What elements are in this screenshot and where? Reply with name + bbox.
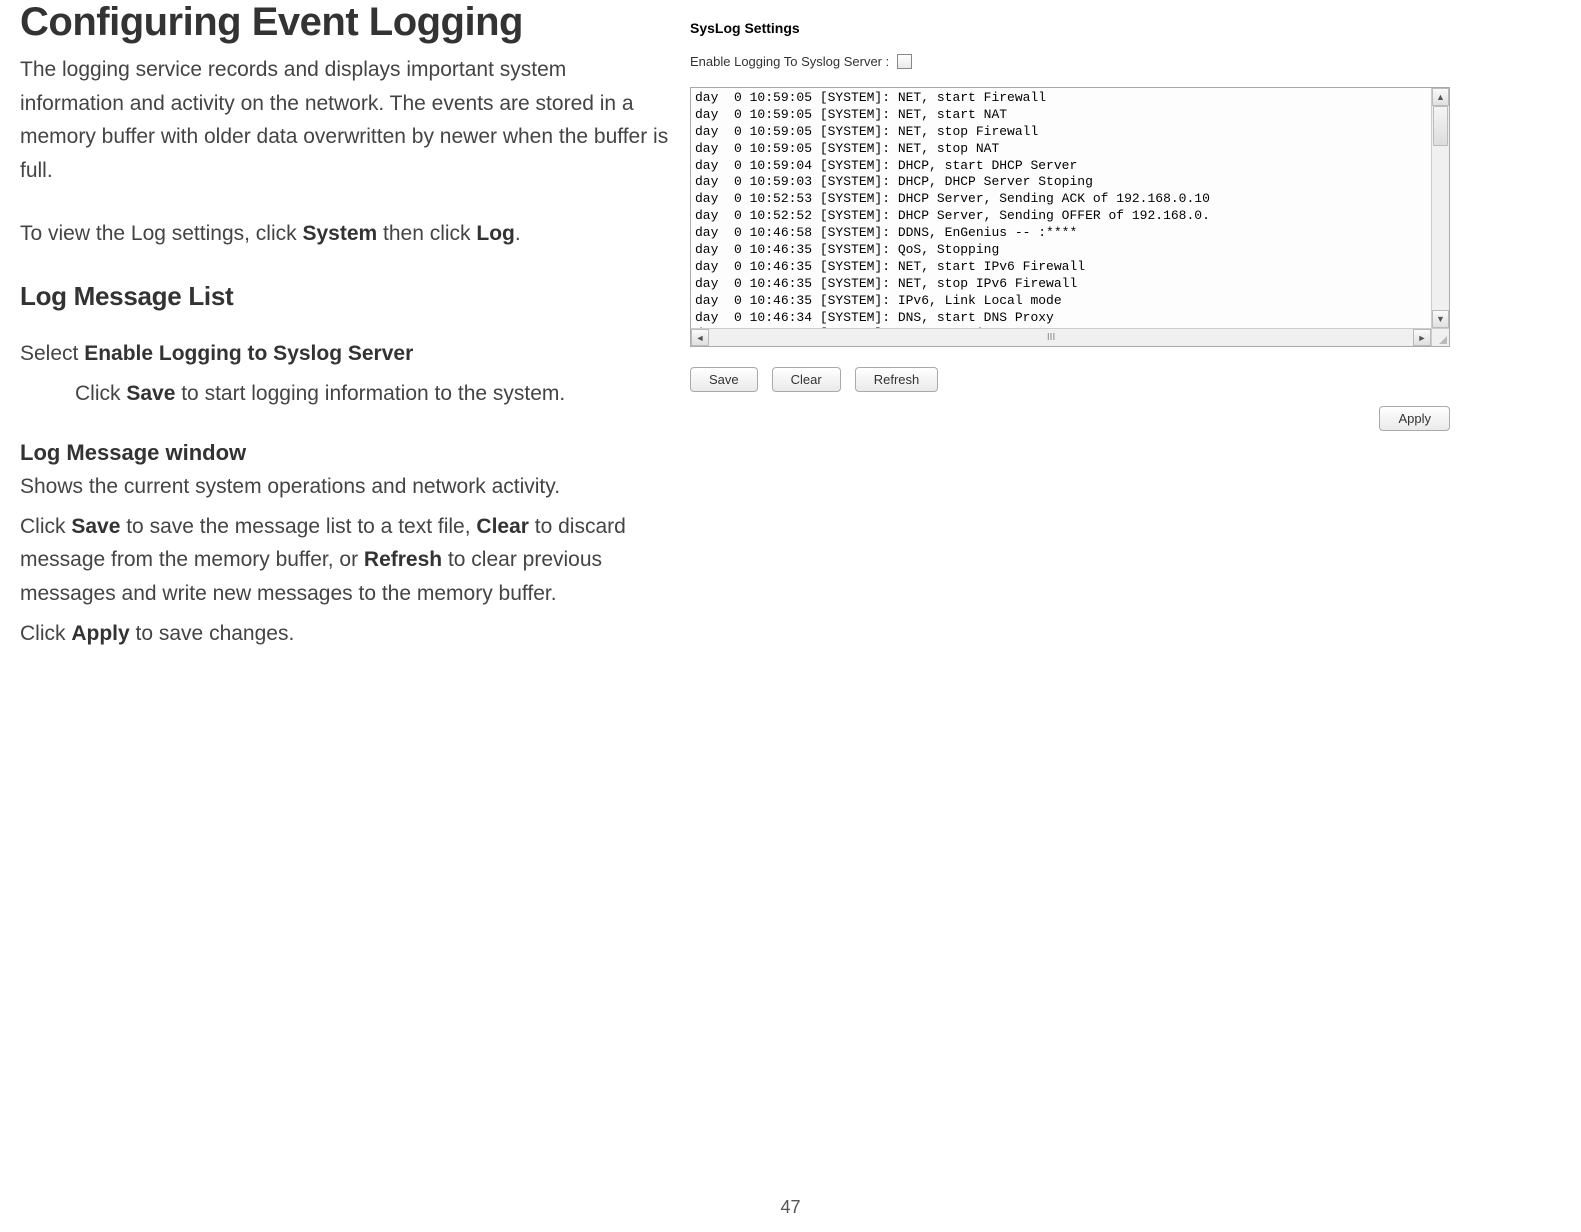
win-p1a: Click [20,515,71,538]
window-actions: Click Save to save the message list to a… [20,510,670,611]
log-line: day 0 10:46:35 [SYSTEM]: IPv6, Link Loca… [695,293,1445,310]
apply-instruction: Click Apply to save changes. [20,617,670,651]
log-line: day 0 10:46:35 [SYSTEM]: NET, start IPv6… [695,259,1445,276]
log-line: day 0 10:59:05 [SYSTEM]: NET, start Fire… [695,90,1445,107]
click-prefix: Click [75,382,126,405]
refresh-button[interactable]: Refresh [855,367,939,392]
log-line: day 0 10:59:03 [SYSTEM]: DHCP, DHCP Serv… [695,174,1445,191]
syslog-settings-panel: SysLog Settings Enable Logging To Syslog… [690,20,1561,431]
log-message-box: day 0 10:59:05 [SYSTEM]: NET, start Fire… [690,87,1450,347]
log-line: day 0 10:46:58 [SYSTEM]: DDNS, EnGenius … [695,225,1445,242]
apply-rest: to save changes. [130,622,295,645]
nav-log-bold: Log [476,222,514,245]
window-desc: Shows the current system operations and … [20,470,670,504]
save-bold: Save [126,382,175,405]
log-line: day 0 10:52:52 [SYSTEM]: DHCP Server, Se… [695,208,1445,225]
resize-grip-icon [1431,328,1449,346]
horizontal-track[interactable]: III [709,329,1413,346]
log-content: day 0 10:59:05 [SYSTEM]: NET, start Fire… [691,88,1449,328]
win-refresh-bold: Refresh [364,548,442,571]
vertical-scrollbar[interactable]: ▲ ▼ [1431,88,1449,328]
panel-title: SysLog Settings [690,20,1561,36]
win-p1b: to save the message list to a text file, [120,515,476,538]
intro-text: The logging service records and displays… [20,53,670,187]
nav-instruction: To view the Log settings, click System t… [20,217,670,251]
scroll-down-icon[interactable]: ▼ [1432,310,1449,328]
nav-then: then click [377,222,476,245]
win-clear-bold: Clear [476,515,529,538]
enable-label: Enable Logging To Syslog Server : [690,54,889,69]
page-number: 47 [780,1197,800,1218]
save-button[interactable]: Save [690,367,758,392]
apply-button[interactable]: Apply [1379,406,1450,431]
page-title: Configuring Event Logging [20,0,670,45]
log-line: day 0 10:46:34 [SYSTEM]: DNS, start DNS … [695,310,1445,327]
save-instruction: Click Save to start logging information … [20,377,670,411]
vertical-scroll-thumb[interactable] [1433,106,1448,146]
log-line: day 0 10:52:53 [SYSTEM]: DHCP Server, Se… [695,191,1445,208]
log-line: day 0 10:59:04 [SYSTEM]: DHCP, start DHC… [695,158,1445,175]
select-bold: Enable Logging to Syslog Server [84,342,413,365]
log-line: day 0 10:59:05 [SYSTEM]: NET, stop Firew… [695,124,1445,141]
h-scroll-marker: III [1047,332,1055,342]
log-line: day 0 10:46:35 [SYSTEM]: QoS, Stopping [695,242,1445,259]
nav-system-bold: System [302,222,377,245]
apply-prefix: Click [20,622,71,645]
scroll-left-icon[interactable]: ◄ [691,329,709,346]
section-log-message-window: Log Message window [20,440,670,466]
log-line: day 0 10:59:05 [SYSTEM]: NET, stop NAT [695,141,1445,158]
log-line: day 0 10:59:05 [SYSTEM]: NET, start NAT [695,107,1445,124]
scroll-up-icon[interactable]: ▲ [1432,88,1449,106]
section-log-message-list: Log Message List [20,281,670,312]
clear-button[interactable]: Clear [772,367,841,392]
scroll-right-icon[interactable]: ► [1413,329,1431,346]
log-line: day 0 10:46:35 [SYSTEM]: NET, stop IPv6 … [695,276,1445,293]
nav-period: . [515,222,521,245]
enable-syslog-checkbox[interactable] [897,54,912,69]
save-rest: to start logging information to the syst… [175,382,565,405]
apply-bold: Apply [71,622,129,645]
select-instruction: Select Enable Logging to Syslog Server [20,337,670,371]
win-save-bold: Save [71,515,120,538]
horizontal-scrollbar[interactable]: ◄ III ► [691,328,1431,346]
nav-prefix: To view the Log settings, click [20,222,302,245]
select-prefix: Select [20,342,84,365]
